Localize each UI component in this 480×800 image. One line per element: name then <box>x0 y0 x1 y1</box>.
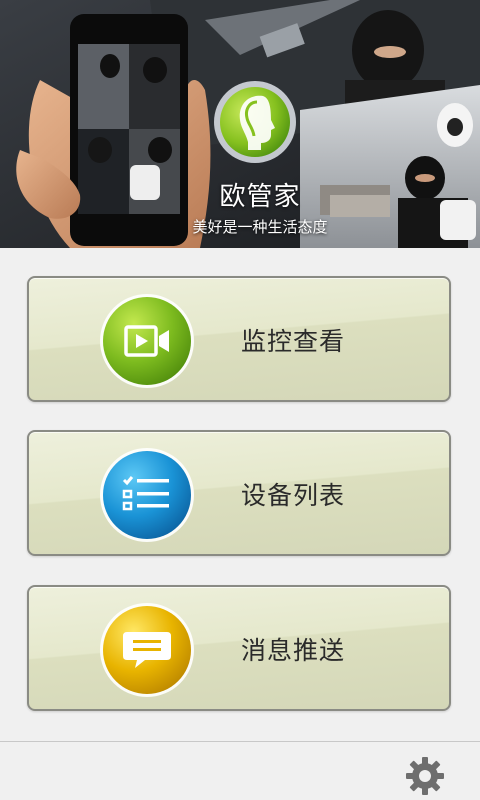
monitor-view-label: 监控查看 <box>241 327 346 356</box>
app-logo-icon <box>214 81 296 163</box>
bottom-divider <box>0 741 480 742</box>
device-list-button[interactable]: 设备列表 <box>27 430 451 556</box>
monitor-view-button[interactable]: 监控查看 <box>27 276 451 402</box>
chat-bubble-icon <box>100 603 194 697</box>
video-camera-icon <box>100 294 194 388</box>
gear-icon[interactable] <box>404 755 446 797</box>
brand-slogan: 美好是一种生活态度 <box>192 218 328 236</box>
checklist-icon <box>100 448 194 542</box>
brand-name: 欧管家 <box>219 182 301 212</box>
device-list-label: 设备列表 <box>241 481 346 510</box>
header-banner: 欧管家 美好是一种生活态度 <box>0 0 480 248</box>
message-push-label: 消息推送 <box>241 636 346 665</box>
message-push-button[interactable]: 消息推送 <box>27 585 451 711</box>
